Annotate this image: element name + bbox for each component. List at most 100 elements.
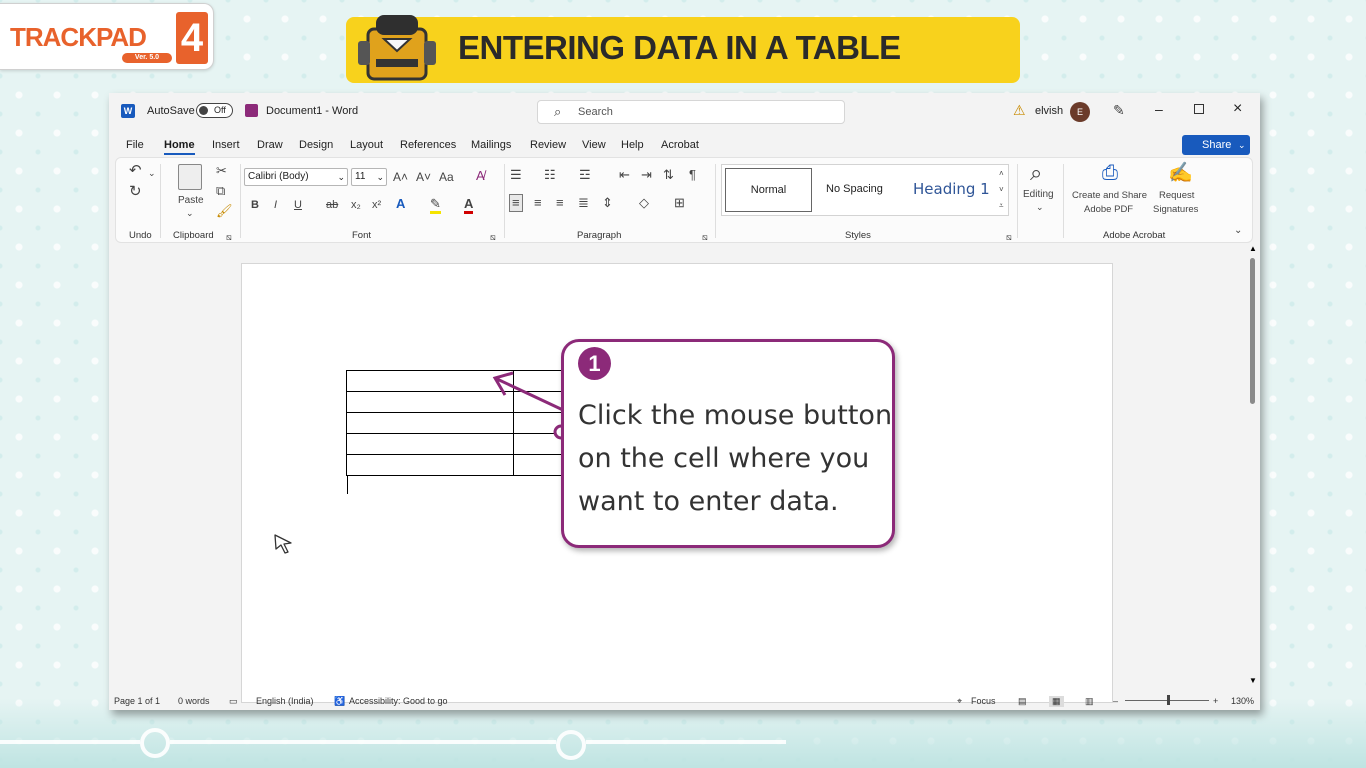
restore-icon[interactable] [1194, 104, 1204, 114]
vertical-scrollbar[interactable]: ▲ ▼ [1249, 244, 1257, 688]
font-size-select[interactable]: 11 ⌄ [351, 168, 387, 186]
scroll-up-icon[interactable]: ▲ [1249, 244, 1257, 253]
save-icon[interactable] [245, 104, 258, 117]
cut-icon[interactable]: ✂ [216, 164, 227, 178]
user-name[interactable]: elvish [1035, 105, 1063, 117]
sort-icon[interactable]: ⇅ [663, 168, 674, 182]
print-layout-icon[interactable]: ▦ [1049, 696, 1064, 707]
clear-formatting-icon[interactable]: A̸ [476, 169, 485, 183]
search-box[interactable]: ⌕ Search [537, 100, 845, 124]
tab-acrobat[interactable]: Acrobat [661, 139, 699, 151]
subscript-button[interactable]: x₂ [351, 198, 361, 212]
align-center-icon[interactable]: ≡ [534, 196, 542, 210]
shading-icon[interactable]: ◇ [639, 196, 649, 210]
tab-view[interactable]: View [582, 139, 606, 151]
share-button[interactable]: Share ⌄ [1182, 135, 1250, 155]
create-pdf-icon[interactable]: ⎙ [1102, 162, 1118, 184]
tab-file[interactable]: File [126, 139, 144, 151]
avatar[interactable]: E [1070, 102, 1090, 122]
styles-launcher-icon[interactable]: ⧅ [1006, 230, 1012, 244]
copy-icon[interactable]: ⧉ [216, 184, 225, 198]
paste-dropdown-icon[interactable]: ⌄ [186, 206, 194, 220]
justify-icon[interactable]: ≣ [578, 196, 589, 210]
show-marks-icon[interactable]: ¶ [689, 168, 696, 182]
paste-icon[interactable] [178, 164, 202, 190]
request-signatures-label-2[interactable]: Signatures [1153, 203, 1198, 217]
request-signatures-label[interactable]: Request [1159, 189, 1194, 203]
zoom-slider-thumb[interactable] [1167, 695, 1170, 705]
bold-button[interactable]: B [251, 198, 259, 212]
scroll-thumb[interactable] [1250, 258, 1255, 404]
editing-dropdown-icon[interactable]: ⌄ [1036, 200, 1044, 214]
shrink-font-icon[interactable]: A˅ [416, 170, 431, 184]
superscript-button[interactable]: x² [372, 198, 381, 212]
tab-mailings[interactable]: Mailings [471, 139, 511, 151]
tab-home[interactable]: Home [164, 139, 195, 155]
tab-draw[interactable]: Draw [257, 139, 283, 151]
styles-scroll-up-icon[interactable]: ˄ [999, 167, 1004, 181]
zoom-out-icon[interactable]: – [1113, 696, 1118, 706]
focus-label[interactable]: Focus [971, 696, 996, 706]
zoom-level[interactable]: 130% [1231, 696, 1254, 706]
numbering-icon[interactable]: ☷ [544, 168, 556, 182]
change-case-icon[interactable]: Aa [439, 170, 454, 184]
underline-button[interactable]: U [294, 198, 302, 212]
paragraph-launcher-icon[interactable]: ⧅ [702, 230, 708, 244]
create-pdf-label-2[interactable]: Adobe PDF [1084, 203, 1133, 217]
read-mode-icon[interactable]: ▤ [1018, 696, 1027, 707]
close-icon[interactable]: × [1233, 100, 1242, 118]
designer-icon[interactable]: ✎ [1113, 102, 1125, 119]
zoom-in-icon[interactable]: + [1213, 696, 1218, 706]
tab-help[interactable]: Help [621, 139, 644, 151]
style-no-spacing[interactable]: No Spacing [826, 183, 883, 195]
borders-icon[interactable]: ⊞ [674, 196, 685, 210]
page-count[interactable]: Page 1 of 1 [114, 696, 160, 706]
bullets-icon[interactable]: ☰ [510, 168, 522, 182]
undo-dropdown-icon[interactable]: ⌄ [148, 166, 156, 180]
autosave-toggle[interactable]: Off [196, 103, 233, 118]
tab-insert[interactable]: Insert [212, 139, 240, 151]
accessibility-status[interactable]: Accessibility: Good to go [349, 696, 448, 706]
proofing-icon[interactable]: ▭ [229, 696, 238, 707]
tab-review[interactable]: Review [530, 139, 566, 151]
redo-icon[interactable]: ↻ [129, 184, 142, 199]
align-left-icon[interactable]: ≡ [509, 194, 523, 212]
decrease-indent-icon[interactable]: ⇤ [619, 168, 630, 182]
minimize-icon[interactable]: – [1155, 101, 1163, 117]
increase-indent-icon[interactable]: ⇥ [641, 168, 652, 182]
strikethrough-button[interactable]: ab [326, 198, 338, 212]
font-launcher-icon[interactable]: ⧅ [490, 230, 496, 244]
text-effects-icon[interactable]: A [396, 197, 405, 211]
grow-font-icon[interactable]: A˄ [393, 170, 408, 184]
tab-references[interactable]: References [400, 139, 456, 151]
line-spacing-icon[interactable]: ⇕ [602, 196, 613, 210]
italic-button[interactable]: I [274, 198, 277, 212]
styles-scroll-down-icon[interactable]: ˅ [999, 183, 1004, 197]
tab-layout[interactable]: Layout [350, 139, 383, 151]
highlight-icon[interactable]: ✎ [430, 197, 441, 214]
find-icon[interactable]: ⌕ [1030, 162, 1042, 184]
language[interactable]: English (India) [256, 696, 314, 706]
focus-icon[interactable]: ⌖ [957, 696, 962, 707]
style-normal[interactable]: Normal [725, 168, 812, 212]
undo-icon[interactable]: ↶ [129, 163, 142, 178]
accessibility-icon[interactable]: ♿ [334, 696, 345, 707]
clipboard-launcher-icon[interactable]: ⧅ [226, 230, 232, 244]
tab-design[interactable]: Design [299, 139, 333, 151]
request-signatures-icon[interactable]: ✍ [1168, 162, 1193, 184]
align-right-icon[interactable]: ≡ [556, 196, 564, 210]
style-heading-1[interactable]: Heading 1 [913, 180, 990, 198]
styles-more-icon[interactable]: ⩡ [999, 199, 1004, 213]
ribbon-collapse-icon[interactable]: ⌄ [1234, 224, 1242, 238]
table-cell[interactable] [346, 454, 514, 476]
create-pdf-label[interactable]: Create and Share [1072, 189, 1147, 203]
font-name-select[interactable]: Calibri (Body) ⌄ [244, 168, 348, 186]
web-layout-icon[interactable]: ▥ [1085, 696, 1094, 707]
callout-text: Click the mouse button on the cell where… [578, 400, 893, 517]
font-color-icon[interactable]: A [464, 197, 474, 214]
multilevel-list-icon[interactable]: ☲ [579, 168, 591, 182]
warning-icon[interactable]: ⚠ [1013, 102, 1026, 119]
word-count[interactable]: 0 words [178, 696, 210, 706]
scroll-down-icon[interactable]: ▼ [1249, 676, 1257, 685]
format-painter-icon[interactable]: 🖌 [216, 204, 233, 218]
